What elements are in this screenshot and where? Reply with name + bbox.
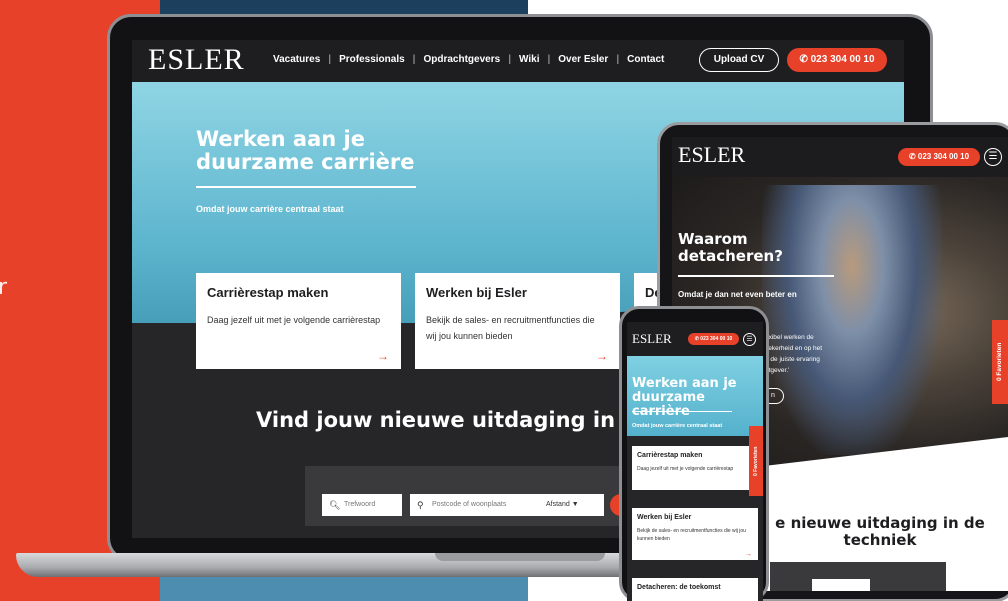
card-werken-bij-esler[interactable]: Werken bij Esler Bekijk de sales- en rec… xyxy=(415,273,620,369)
chevron-down-icon: ▼ xyxy=(571,501,579,508)
favorites-tab[interactable]: 0 Favorieten xyxy=(992,320,1008,404)
nav-over-esler[interactable]: Over Esler xyxy=(550,54,616,65)
esler-logo[interactable]: ESLER xyxy=(632,331,672,347)
phone-icon: ✆ xyxy=(908,152,918,161)
card-title: Werken bij Esler xyxy=(426,285,527,300)
card-description: Daag jezelf uit met je volgende carrière… xyxy=(207,315,381,325)
hamburger-menu-icon[interactable]: ☰ xyxy=(984,148,1002,166)
distance-select[interactable]: Afstand ▼ xyxy=(546,494,579,516)
hero-subtitle: Omdat jouw carrière centraal staat xyxy=(196,204,344,214)
phone-button[interactable]: ✆ 023 304 00 10 xyxy=(898,148,980,166)
card-carrierestap[interactable]: Carrièrestap maken Daag jezelf uit met j… xyxy=(632,446,758,490)
tablet-hero-title: Waarom detacheren? xyxy=(678,230,783,265)
body-line: zekerheid en op het xyxy=(765,345,823,352)
phone-notch xyxy=(664,311,724,321)
welder-photo xyxy=(762,185,942,455)
card-title: Carrièrestap maken xyxy=(637,452,703,459)
partial-letter-glyph: r xyxy=(0,275,8,300)
arrow-right-icon: → xyxy=(377,349,389,363)
phone-icon: ✆ xyxy=(799,54,811,65)
esler-logo[interactable]: ESLER xyxy=(678,142,745,168)
phone-screen: ESLER ✆ 023 304 00 10 ☰ Werken aan je du… xyxy=(627,322,763,601)
phone-number: 023 304 00 10 xyxy=(700,336,733,342)
arrow-right-icon: → xyxy=(745,551,752,558)
tablet-hero-divider xyxy=(678,275,834,277)
card-description: Bekijk de sales- en recruitmentfuncties … xyxy=(426,315,595,341)
hamburger-menu-icon[interactable]: ☰ xyxy=(743,333,756,346)
hero-divider xyxy=(196,186,416,188)
card-werken-bij-esler[interactable]: Werken bij Esler Bekijk de sales- en rec… xyxy=(632,508,758,560)
card-detacheren[interactable]: Detacheren: de toekomst xyxy=(632,578,758,601)
distance-label: Afstand xyxy=(546,501,570,508)
esler-logo[interactable]: ESLER xyxy=(148,43,245,77)
search-icon: 🔍︎ xyxy=(329,500,341,510)
card-title: Detacheren: de toekomst xyxy=(637,584,721,591)
favorites-tab[interactable]: 0 Favorieten xyxy=(749,426,763,496)
postcode-input[interactable]: ⚲ Postcode of woonplaats Afstand ▼ xyxy=(410,494,604,516)
card-title: Carrièrestap maken xyxy=(207,285,329,300)
body-line: htgever.' xyxy=(765,367,790,374)
arrow-right-icon: → xyxy=(596,349,608,363)
site-header: ESLER Vacatures | Professionals | Opdrac… xyxy=(132,40,904,82)
phone-button[interactable]: ✆ 023 304 00 10 xyxy=(688,333,739,345)
phone-header: ESLER ✆ 023 304 00 10 ☰ xyxy=(627,322,763,356)
phone-hero-title: Werken aan je duurzame carrière xyxy=(632,376,737,419)
phone-hero-divider xyxy=(632,411,732,412)
hero-title: Werken aan je duurzame carrière xyxy=(196,127,415,174)
postcode-placeholder: Postcode of woonplaats xyxy=(432,501,507,508)
tablet-hero-subtitle: Omdat je dan net even beter en xyxy=(678,290,797,299)
tablet-hero-body: exibel werken de zekerheid en op het e d… xyxy=(765,332,850,376)
location-pin-icon: ⚲ xyxy=(417,500,424,510)
tablet-search-input[interactable] xyxy=(812,579,870,591)
keyword-placeholder: Trefwoord xyxy=(344,501,376,508)
nav-wiki[interactable]: Wiki xyxy=(511,54,547,65)
nav-professionals[interactable]: Professionals xyxy=(331,54,413,65)
phone-button[interactable]: ✆ 023 304 00 10 xyxy=(787,48,887,72)
main-nav: Vacatures | Professionals | Opdrachtgeve… xyxy=(265,54,672,65)
tablet-header: ESLER ✆ 023 304 00 10 ☰ xyxy=(672,137,1008,177)
card-carrierestap[interactable]: Carrièrestap maken Daag jezelf uit met j… xyxy=(196,273,401,369)
upload-cv-button[interactable]: Upload CV xyxy=(699,48,779,72)
nav-opdrachtgevers[interactable]: Opdrachtgevers xyxy=(415,54,508,65)
card-description: Daag jezelf uit met je volgende carrière… xyxy=(637,466,734,472)
nav-vacatures[interactable]: Vacatures xyxy=(265,54,328,65)
keyword-input[interactable]: 🔍︎ Trefwoord xyxy=(322,494,402,516)
showcase-stage: r ESLER Vacatures | Professionals | Opdr… xyxy=(0,0,1008,601)
phone-hero-subtitle: Omdat jouw carrière centraal staat xyxy=(632,423,723,429)
laptop-hinge-notch xyxy=(435,553,605,561)
nav-contact[interactable]: Contact xyxy=(619,54,672,65)
card-title: Werken bij Esler xyxy=(637,514,692,521)
card-description: Bekijk de sales- en recruitmentfuncties … xyxy=(637,528,746,542)
body-line: e de juiste ervaring xyxy=(765,356,820,363)
body-line: exibel werken de xyxy=(765,334,814,341)
phone-number: 023 304 00 10 xyxy=(917,152,970,161)
find-challenge-title: Vind jouw nieuwe uitdaging in xyxy=(256,408,616,432)
phone-number: 023 304 00 10 xyxy=(810,54,875,65)
tablet-find-title: e nieuwe uitdaging in de techniek xyxy=(775,514,985,549)
